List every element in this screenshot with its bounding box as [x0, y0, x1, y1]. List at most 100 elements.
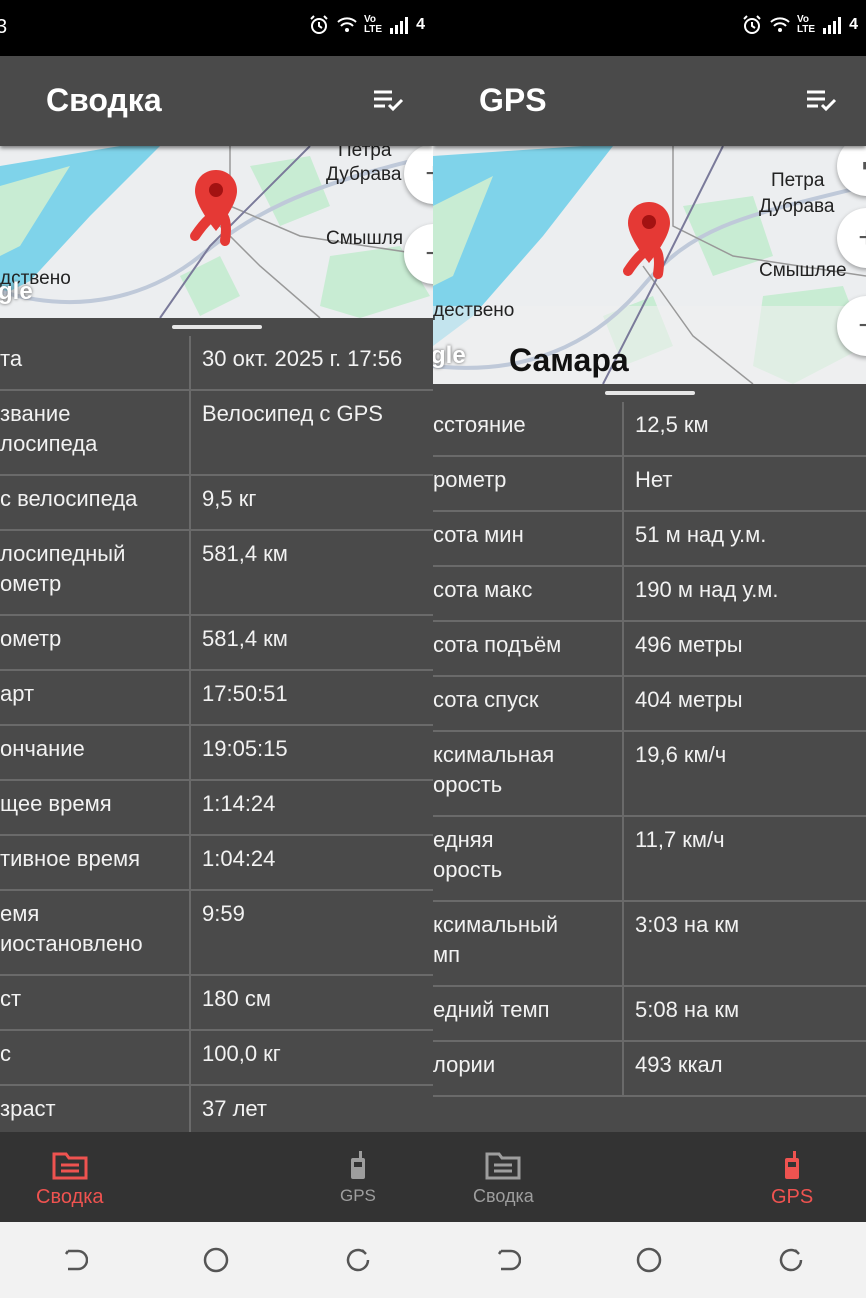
- column-divider: [622, 817, 624, 902]
- row-value: 3:03 на км: [635, 912, 740, 937]
- table-row: емя иостановлено 9:59: [0, 891, 433, 976]
- table-row: та 30 окт. 2025 г. 17:56: [0, 336, 433, 391]
- volte-indicator: Vo LTE: [796, 14, 816, 35]
- map-label-estvenno: дествено: [433, 300, 515, 321]
- table-row: арт 17:50:51: [0, 671, 433, 726]
- folder-icon: [52, 1152, 88, 1180]
- row-label: звание лосипеда: [0, 401, 98, 456]
- sheet-drag-handle[interactable]: [433, 384, 866, 402]
- table-row: сота подъём 496 метры: [433, 622, 866, 677]
- row-value: 180 см: [202, 986, 271, 1011]
- row-label: едняя орость: [433, 827, 503, 882]
- row-label: ст: [0, 986, 22, 1011]
- status-edge-right: 4: [849, 16, 858, 33]
- row-label: сота спуск: [433, 687, 539, 712]
- alarm-icon: [308, 14, 330, 36]
- column-divider: [189, 891, 191, 976]
- back-icon[interactable]: [493, 1246, 521, 1274]
- map-label-petra: Петра: [338, 146, 392, 161]
- column-divider: [622, 1042, 624, 1097]
- table-row: щее время 1:14:24: [0, 781, 433, 836]
- nav-label-summary: Сводка: [36, 1186, 104, 1208]
- nav-tab-gps[interactable]: GPS: [340, 1150, 376, 1206]
- column-divider: [622, 677, 624, 732]
- playlist-check-icon[interactable]: [805, 88, 839, 114]
- status-icons: Vo LTE 4: [308, 14, 425, 36]
- status-bar: Vo LTE 4: [433, 0, 866, 56]
- row-value: 37 лет: [202, 1096, 268, 1121]
- row-label: сота макс: [433, 577, 533, 602]
- column-divider: [189, 336, 191, 391]
- row-value: 19:05:15: [202, 736, 288, 761]
- wifi-icon: [769, 14, 791, 36]
- walkie-talkie-icon: [350, 1151, 365, 1179]
- row-value: 5:08 на км: [635, 997, 740, 1022]
- map-label-smyshlyaevka: Смышля: [326, 228, 404, 249]
- row-value: 51 м над у.м.: [635, 522, 767, 547]
- playlist-check-icon[interactable]: [372, 88, 406, 114]
- row-value: 190 м над у.м.: [635, 577, 779, 602]
- summary-panel: 3 Vo LTE 4 Сводка Петра Дубрава Смышля д…: [0, 0, 433, 1298]
- row-label: с: [0, 1041, 11, 1066]
- row-label: сота подъём: [433, 632, 562, 657]
- column-divider: [189, 1031, 191, 1086]
- row-label: щее время: [0, 791, 112, 816]
- home-icon[interactable]: [202, 1246, 230, 1274]
- row-value: Велосипед с GPS: [202, 401, 383, 426]
- table-row: тивное время 1:04:24: [0, 836, 433, 891]
- back-icon[interactable]: [60, 1246, 88, 1274]
- nav-tab-gps[interactable]: GPS: [771, 1150, 813, 1209]
- folder-icon: [485, 1152, 521, 1180]
- signal-icon: [388, 14, 410, 36]
- recents-icon[interactable]: [777, 1246, 805, 1274]
- row-value: 100,0 кг: [202, 1041, 281, 1066]
- row-value: 9,5 кг: [202, 486, 257, 511]
- signal-icon: [821, 14, 843, 36]
- map-label-city: Самара: [509, 342, 629, 378]
- column-divider: [622, 987, 624, 1042]
- column-divider: [189, 781, 191, 836]
- row-label: едний темп: [433, 997, 550, 1022]
- map-view[interactable]: Петра Дубрава Смышляе дествено gle Самар…: [433, 146, 866, 384]
- row-label: зраст: [0, 1096, 56, 1121]
- row-value: 9:59: [202, 901, 245, 926]
- table-row: едняя орость 11,7 км/ч: [433, 817, 866, 902]
- walkie-talkie-icon: [785, 1151, 800, 1179]
- grip-indicator: [172, 325, 262, 329]
- row-value: 12,5 км: [635, 412, 709, 437]
- column-divider: [189, 531, 191, 616]
- bottom-navigation: Сводка GPS: [433, 1132, 866, 1222]
- column-divider: [622, 622, 624, 677]
- nav-tab-summary[interactable]: Сводка: [36, 1150, 104, 1209]
- row-label: ксимальный мп: [433, 912, 559, 967]
- system-navigation-bar: [433, 1222, 866, 1298]
- column-divider: [622, 402, 624, 457]
- row-value: 1:14:24: [202, 791, 276, 816]
- google-logo: gle: [0, 278, 33, 305]
- wifi-icon: [336, 14, 358, 36]
- row-label: ксимальная орость: [433, 742, 555, 797]
- location-pin-icon: [195, 170, 237, 231]
- row-value: Нет: [635, 467, 673, 492]
- page-title: Сводка: [46, 82, 162, 118]
- table-row: звание лосипеда Велосипед с GPS: [0, 391, 433, 476]
- nav-label-summary: Сводка: [473, 1186, 534, 1206]
- row-label: емя иостановлено: [0, 901, 143, 956]
- grip-indicator: [605, 391, 695, 395]
- row-value: 11,7 км/ч: [635, 827, 725, 852]
- app-bar: GPS: [433, 56, 866, 146]
- map-view[interactable]: Петра Дубрава Смышля дствено gle + −: [0, 146, 433, 318]
- table-row: едний темп 5:08 на км: [433, 987, 866, 1042]
- sheet-drag-handle[interactable]: [0, 318, 433, 336]
- row-value: 493 ккал: [635, 1052, 723, 1077]
- table-row: ксимальный мп 3:03 на км: [433, 902, 866, 987]
- recents-icon[interactable]: [344, 1246, 372, 1274]
- gps-panel: Vo LTE 4 GPS Петра Дубрава Смышляе деств…: [433, 0, 866, 1298]
- location-pin-icon: [628, 202, 670, 263]
- home-icon[interactable]: [635, 1246, 663, 1274]
- table-row: ометр 581,4 км: [0, 616, 433, 671]
- map-label-dubrava: Дубрава: [759, 196, 835, 217]
- column-divider: [189, 671, 191, 726]
- nav-tab-summary[interactable]: Сводка: [473, 1150, 534, 1207]
- google-logo: gle: [433, 342, 466, 369]
